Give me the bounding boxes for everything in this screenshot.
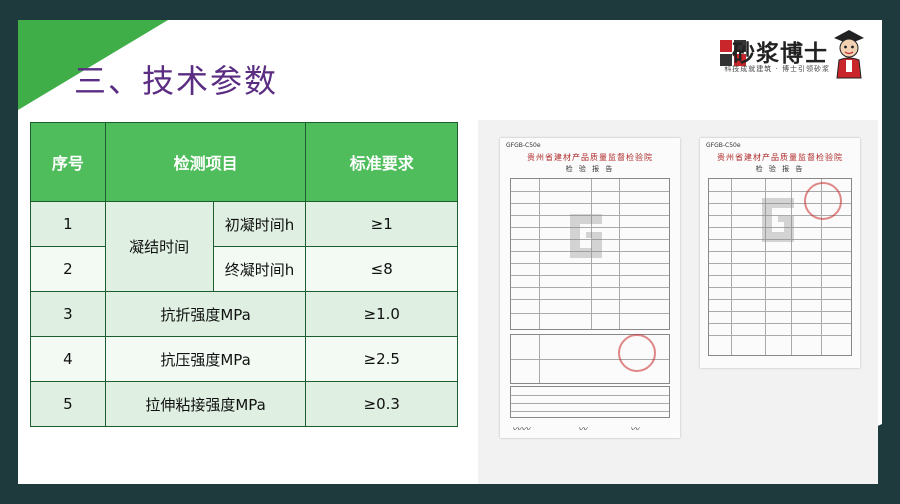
- report-issuer: 贵州省建材产品质量监督检验院: [527, 153, 653, 162]
- row-item: 初凝时间h: [212, 201, 307, 247]
- row-req: ≥2.5: [305, 336, 458, 382]
- header-no: 序号: [30, 122, 106, 202]
- watermark-logo-icon: [762, 198, 794, 242]
- row-item: 抗压强度MPa: [104, 336, 307, 382]
- signature-2-icon: 〰: [578, 425, 588, 435]
- brand-name: 砂浆博士: [732, 41, 828, 67]
- row-req: ≥1: [305, 201, 458, 247]
- red-seal-icon: [618, 334, 656, 372]
- spec-table: 序号 检测项目 标准要求 1 凝结时间 初凝时间h ≥1 2 终凝时间h ≤8 …: [30, 122, 458, 427]
- table-row: 1 凝结时间 初凝时间h ≥1: [30, 201, 458, 292]
- report-issuer: 贵州省建材产品质量监督检验院: [717, 153, 843, 162]
- row-req: ≤8: [305, 246, 458, 292]
- table-row: 4 抗压强度MPa ≥2.5: [30, 336, 458, 382]
- table-row: 3 抗折强度MPa ≥1.0: [30, 291, 458, 337]
- header-req: 标准要求: [305, 122, 458, 202]
- report-title: 检 验 报 告: [755, 165, 805, 173]
- table-row: 5 拉伸粘接强度MPa ≥0.3: [30, 381, 458, 427]
- red-seal-icon: [804, 182, 842, 220]
- inspection-report-page-2: GFGB-C50e 贵州省建材产品质量监督检验院 检 验 报 告: [700, 138, 860, 368]
- row-req: ≥0.3: [305, 381, 458, 427]
- report-title: 检 验 报 告: [565, 165, 615, 173]
- brand-slogan: 科技成就建筑 · 博士引领砂浆: [724, 65, 830, 73]
- slide: 三、技术参数 砂浆博士 科技成就建筑 · 博士引领砂浆 序号 检测项目 标准要求…: [18, 20, 882, 484]
- report-code: GFGB-C50e: [706, 142, 741, 149]
- row-no: 5: [30, 381, 106, 427]
- row-no: 2: [30, 246, 106, 292]
- table-row: 2 终凝时间h ≤8: [30, 246, 458, 292]
- signature-1-icon: 〰〰: [512, 425, 531, 435]
- row-no: 4: [30, 336, 106, 382]
- inspection-report-page-1: GFGB-C50e 贵州省建材产品质量监督检验院 检 验 报 告 〰〰 〰 〰: [500, 138, 680, 438]
- row-item: 抗折强度MPa: [104, 291, 307, 337]
- row-item: 终凝时间h: [212, 246, 307, 292]
- row-item: 拉伸粘接强度MPa: [104, 381, 307, 427]
- group-label-setting-time: 凝结时间: [104, 201, 214, 292]
- header-item: 检测项目: [104, 122, 307, 202]
- watermark-logo-icon: [570, 214, 602, 258]
- slide-title: 三、技术参数: [74, 62, 279, 100]
- report-code: GFGB-C50e: [506, 142, 541, 149]
- row-req: ≥1.0: [305, 291, 458, 337]
- brand-logo: 砂浆博士 科技成就建筑 · 博士引领砂浆: [718, 24, 868, 82]
- row-no: 3: [30, 291, 106, 337]
- report-notes-box: [510, 386, 670, 418]
- mascot-doctor-icon: [834, 30, 864, 79]
- row-no: 1: [30, 201, 106, 247]
- signature-3-icon: 〰: [630, 425, 640, 435]
- inspection-report-images: GFGB-C50e 贵州省建材产品质量监督检验院 检 验 报 告 〰〰 〰 〰 …: [478, 120, 878, 484]
